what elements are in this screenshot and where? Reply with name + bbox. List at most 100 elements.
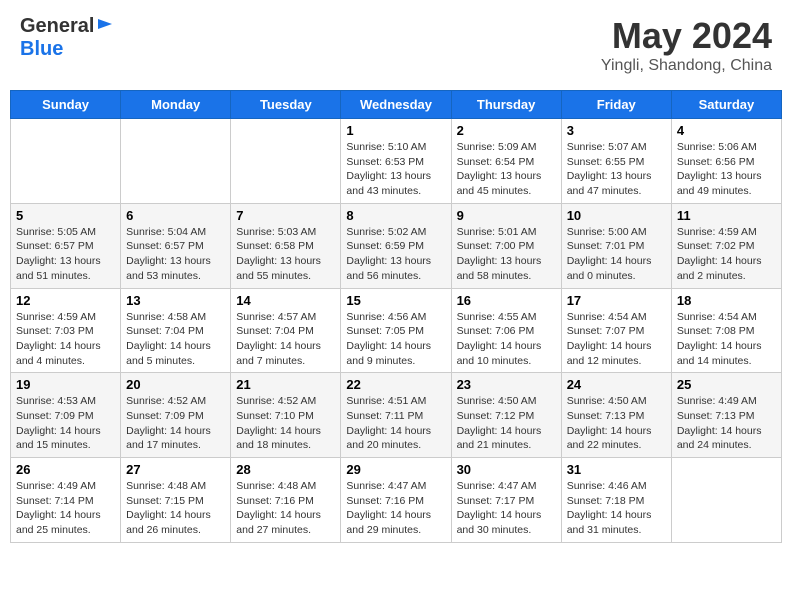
day-info: Sunrise: 4:56 AM Sunset: 7:05 PM Dayligh… <box>346 310 445 369</box>
calendar-cell: 29 Sunrise: 4:47 AM Sunset: 7:16 PM Dayli… <box>341 458 451 543</box>
day-info: Sunrise: 4:59 AM Sunset: 7:02 PM Dayligh… <box>677 225 776 284</box>
day-number: 23 <box>457 377 556 392</box>
day-number: 19 <box>16 377 115 392</box>
page-header: General Blue May 2024 Yingli, Shandong, … <box>10 10 782 80</box>
calendar-cell <box>231 119 341 204</box>
day-info: Sunrise: 4:47 AM Sunset: 7:17 PM Dayligh… <box>457 479 556 538</box>
day-number: 18 <box>677 293 776 308</box>
day-info: Sunrise: 4:48 AM Sunset: 7:15 PM Dayligh… <box>126 479 225 538</box>
title-section: May 2024 Yingli, Shandong, China <box>601 15 772 75</box>
day-number: 30 <box>457 462 556 477</box>
calendar-cell: 16 Sunrise: 4:55 AM Sunset: 7:06 PM Dayli… <box>451 288 561 373</box>
day-info: Sunrise: 5:10 AM Sunset: 6:53 PM Dayligh… <box>346 140 445 199</box>
day-info: Sunrise: 5:05 AM Sunset: 6:57 PM Dayligh… <box>16 225 115 284</box>
day-info: Sunrise: 4:46 AM Sunset: 7:18 PM Dayligh… <box>567 479 666 538</box>
day-number: 11 <box>677 208 776 223</box>
day-info: Sunrise: 4:49 AM Sunset: 7:14 PM Dayligh… <box>16 479 115 538</box>
day-info: Sunrise: 4:54 AM Sunset: 7:08 PM Dayligh… <box>677 310 776 369</box>
calendar-week-3: 12Sunrise: 4:59 AM Sunset: 7:03 PM Dayli… <box>11 288 782 373</box>
weekday-header-friday: Friday <box>561 91 671 119</box>
calendar-cell: 20Sunrise: 4:52 AM Sunset: 7:09 PM Dayli… <box>121 373 231 458</box>
day-number: 6 <box>126 208 225 223</box>
day-number: 7 <box>236 208 335 223</box>
calendar-cell: 26 Sunrise: 4:49 AM Sunset: 7:14 PM Dayli… <box>11 458 121 543</box>
calendar-cell: 19 Sunrise: 4:53 AM Sunset: 7:09 PM Dayli… <box>11 373 121 458</box>
calendar-cell: 13 Sunrise: 4:58 AM Sunset: 7:04 PM Dayli… <box>121 288 231 373</box>
calendar-cell: 3 Sunrise: 5:07 AM Sunset: 6:55 PM Daylig… <box>561 119 671 204</box>
month-title: May 2024 <box>601 15 772 57</box>
day-info: Sunrise: 4:51 AM Sunset: 7:11 PM Dayligh… <box>346 394 445 453</box>
day-number: 4 <box>677 123 776 138</box>
day-number: 24 <box>567 377 666 392</box>
day-number: 29 <box>346 462 445 477</box>
day-number: 17 <box>567 293 666 308</box>
day-number: 15 <box>346 293 445 308</box>
day-info: Sunrise: 4:50 AM Sunset: 7:13 PM Dayligh… <box>567 394 666 453</box>
day-number: 16 <box>457 293 556 308</box>
day-info: Sunrise: 5:01 AM Sunset: 7:00 PM Dayligh… <box>457 225 556 284</box>
weekday-header-thursday: Thursday <box>451 91 561 119</box>
day-number: 13 <box>126 293 225 308</box>
day-number: 12 <box>16 293 115 308</box>
day-info: Sunrise: 4:55 AM Sunset: 7:06 PM Dayligh… <box>457 310 556 369</box>
calendar-cell: 31 Sunrise: 4:46 AM Sunset: 7:18 PM Dayli… <box>561 458 671 543</box>
calendar-cell <box>671 458 781 543</box>
calendar-cell <box>11 119 121 204</box>
calendar-week-5: 26 Sunrise: 4:49 AM Sunset: 7:14 PM Dayli… <box>11 458 782 543</box>
calendar-cell: 25Sunrise: 4:49 AM Sunset: 7:13 PM Dayli… <box>671 373 781 458</box>
calendar-cell: 1 Sunrise: 5:10 AM Sunset: 6:53 PM Daylig… <box>341 119 451 204</box>
weekday-header-tuesday: Tuesday <box>231 91 341 119</box>
logo-blue-text: Blue <box>20 38 63 60</box>
day-info: Sunrise: 4:48 AM Sunset: 7:16 PM Dayligh… <box>236 479 335 538</box>
day-number: 8 <box>346 208 445 223</box>
calendar-table: SundayMondayTuesdayWednesdayThursdayFrid… <box>10 90 782 543</box>
calendar-cell: 23 Sunrise: 4:50 AM Sunset: 7:12 PM Dayli… <box>451 373 561 458</box>
calendar-cell <box>121 119 231 204</box>
logo-general-text: General <box>20 15 94 38</box>
day-number: 10 <box>567 208 666 223</box>
calendar-cell: 2 Sunrise: 5:09 AM Sunset: 6:54 PM Daylig… <box>451 119 561 204</box>
weekday-header-wednesday: Wednesday <box>341 91 451 119</box>
calendar-cell: 9 Sunrise: 5:01 AM Sunset: 7:00 PM Daylig… <box>451 203 561 288</box>
day-info: Sunrise: 5:00 AM Sunset: 7:01 PM Dayligh… <box>567 225 666 284</box>
day-number: 20 <box>126 377 225 392</box>
day-info: Sunrise: 5:07 AM Sunset: 6:55 PM Dayligh… <box>567 140 666 199</box>
day-number: 31 <box>567 462 666 477</box>
location-subtitle: Yingli, Shandong, China <box>601 57 772 75</box>
calendar-cell: 11 Sunrise: 4:59 AM Sunset: 7:02 PM Dayli… <box>671 203 781 288</box>
day-number: 3 <box>567 123 666 138</box>
logo-icon <box>96 15 114 33</box>
calendar-cell: 22 Sunrise: 4:51 AM Sunset: 7:11 PM Dayli… <box>341 373 451 458</box>
day-info: Sunrise: 5:09 AM Sunset: 6:54 PM Dayligh… <box>457 140 556 199</box>
weekday-header-saturday: Saturday <box>671 91 781 119</box>
calendar-cell: 14 Sunrise: 4:57 AM Sunset: 7:04 PM Dayli… <box>231 288 341 373</box>
day-info: Sunrise: 5:06 AM Sunset: 6:56 PM Dayligh… <box>677 140 776 199</box>
day-number: 26 <box>16 462 115 477</box>
day-number: 1 <box>346 123 445 138</box>
day-info: Sunrise: 4:50 AM Sunset: 7:12 PM Dayligh… <box>457 394 556 453</box>
day-info: Sunrise: 4:57 AM Sunset: 7:04 PM Dayligh… <box>236 310 335 369</box>
calendar-cell: 15 Sunrise: 4:56 AM Sunset: 7:05 PM Dayli… <box>341 288 451 373</box>
calendar-cell: 8 Sunrise: 5:02 AM Sunset: 6:59 PM Daylig… <box>341 203 451 288</box>
weekday-header-monday: Monday <box>121 91 231 119</box>
day-info: Sunrise: 5:02 AM Sunset: 6:59 PM Dayligh… <box>346 225 445 284</box>
calendar-week-1: 1 Sunrise: 5:10 AM Sunset: 6:53 PM Daylig… <box>11 119 782 204</box>
day-number: 22 <box>346 377 445 392</box>
calendar-cell: 18 Sunrise: 4:54 AM Sunset: 7:08 PM Dayli… <box>671 288 781 373</box>
day-info: Sunrise: 4:54 AM Sunset: 7:07 PM Dayligh… <box>567 310 666 369</box>
day-info: Sunrise: 4:47 AM Sunset: 7:16 PM Dayligh… <box>346 479 445 538</box>
day-number: 2 <box>457 123 556 138</box>
day-info: Sunrise: 4:53 AM Sunset: 7:09 PM Dayligh… <box>16 394 115 453</box>
calendar-cell: 7Sunrise: 5:03 AM Sunset: 6:58 PM Daylig… <box>231 203 341 288</box>
day-number: 21 <box>236 377 335 392</box>
calendar-cell: 27 Sunrise: 4:48 AM Sunset: 7:15 PM Dayli… <box>121 458 231 543</box>
logo: General Blue <box>20 15 114 61</box>
day-number: 9 <box>457 208 556 223</box>
calendar-cell: 5Sunrise: 5:05 AM Sunset: 6:57 PM Daylig… <box>11 203 121 288</box>
calendar-cell: 24 Sunrise: 4:50 AM Sunset: 7:13 PM Dayli… <box>561 373 671 458</box>
day-number: 27 <box>126 462 225 477</box>
day-info: Sunrise: 4:58 AM Sunset: 7:04 PM Dayligh… <box>126 310 225 369</box>
calendar-cell: 17 Sunrise: 4:54 AM Sunset: 7:07 PM Dayli… <box>561 288 671 373</box>
day-number: 14 <box>236 293 335 308</box>
calendar-cell: 28Sunrise: 4:48 AM Sunset: 7:16 PM Dayli… <box>231 458 341 543</box>
